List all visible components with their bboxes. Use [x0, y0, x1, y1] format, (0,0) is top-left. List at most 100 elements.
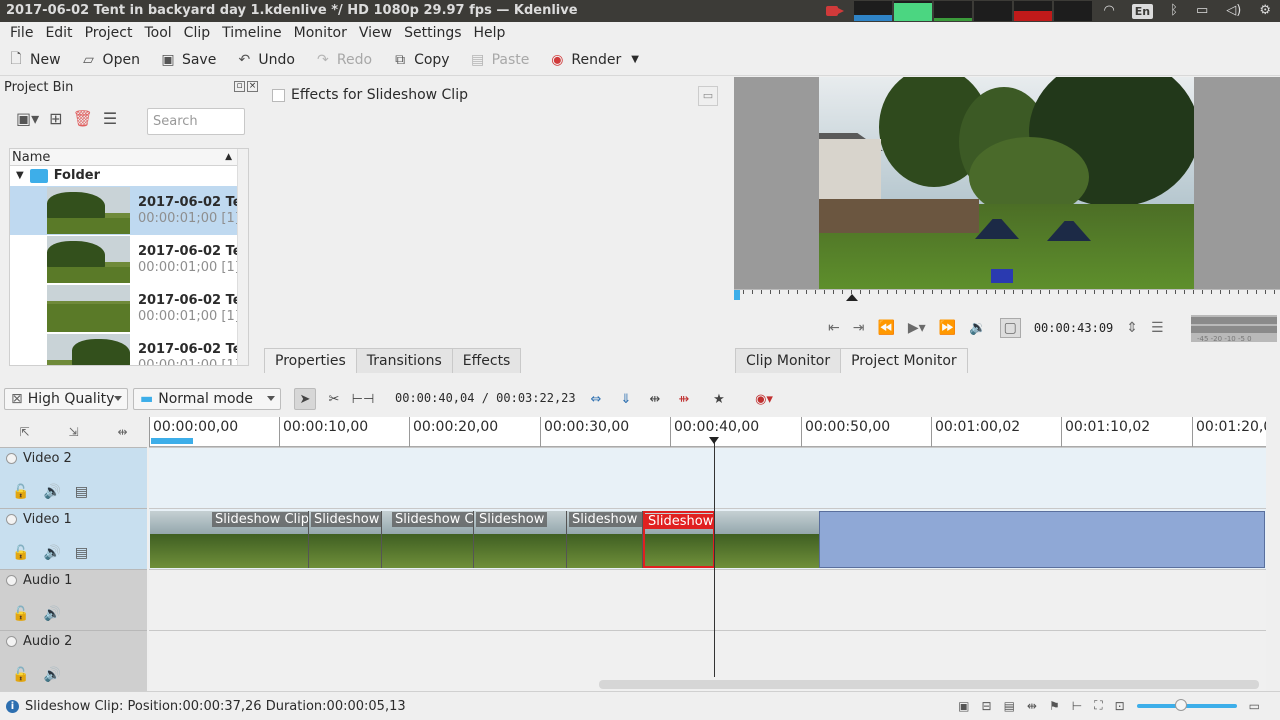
wifi-icon[interactable]: ◠ — [1103, 0, 1114, 22]
effects-enable-checkbox[interactable] — [272, 88, 285, 102]
track-header-audio-1[interactable]: Audio 1 🔓 🔊 — [0, 569, 147, 630]
mute-audio-icon[interactable]: 🔊 — [43, 667, 60, 683]
close-panel-icon[interactable]: × — [247, 81, 258, 92]
quality-select[interactable]: ⊠ High Quality — [4, 388, 128, 410]
bin-clip-row[interactable]: 2017-06-02 Ter 00:00:01;00 [1] — [10, 235, 248, 284]
track-record-icon[interactable]: ◉▾ — [753, 388, 775, 410]
lock-icon[interactable]: 🔓 — [12, 606, 29, 622]
lock-icon[interactable]: 🔓 — [12, 484, 29, 500]
timeline-area[interactable]: 00:00:00,00 00:00:10,00 00:00:20,00 00:0… — [149, 417, 1266, 679]
fit-timeline-icon[interactable]: ⛶ — [1094, 698, 1102, 713]
volume-icon[interactable]: 🔉 — [969, 320, 986, 336]
thumbnail-toggle-icon[interactable]: ▣ — [958, 699, 969, 713]
menu-list-icon[interactable]: ☰ — [103, 109, 117, 128]
render-button[interactable]: ◉ Render ▼ — [549, 52, 639, 68]
bin-folder-row[interactable]: ▼ Folder — [10, 166, 248, 186]
new-folder-icon[interactable]: ⊞ — [49, 109, 62, 128]
screen-record-icon[interactable] — [826, 4, 845, 18]
collapse-effects-icon[interactable]: ▭ — [698, 86, 718, 106]
spacer-tool-button[interactable]: ⊢⊣ — [352, 388, 375, 410]
hide-video-icon[interactable]: ▤ — [75, 484, 88, 500]
timeline-zone-marker[interactable] — [151, 438, 193, 444]
monitor-menu-icon[interactable]: ☰ — [1151, 320, 1164, 336]
track-target-toggle[interactable] — [6, 514, 17, 525]
add-track-icon[interactable]: ⇲ — [68, 425, 78, 439]
track-header-audio-2[interactable]: Audio 2 🔓 🔊 — [0, 630, 147, 691]
tab-effects[interactable]: Effects — [451, 348, 522, 373]
battery-icon[interactable]: ▭ — [1196, 0, 1208, 22]
split-audio-icon[interactable]: ⇹ — [117, 425, 127, 439]
rewind-icon[interactable]: ⏪ — [877, 320, 894, 336]
settings-gear-icon[interactable]: ⚙ — [1259, 0, 1271, 22]
snap-icon[interactable]: ⇹ — [1027, 699, 1037, 713]
project-monitor-view[interactable] — [734, 77, 1280, 289]
bin-clip-row[interactable]: 2017-06-02 Ter 00:00:01;00 [1] — [10, 333, 248, 365]
zoom-out-icon[interactable]: ⊡ — [1115, 699, 1125, 713]
track-header-video-2[interactable]: Video 2 🔓 🔊 ▤ — [0, 447, 147, 508]
bin-search-input[interactable]: Search — [147, 108, 245, 135]
mute-audio-icon[interactable]: 🔊 — [43, 545, 60, 561]
monitor-playhead-marker[interactable] — [846, 294, 858, 301]
tab-properties[interactable]: Properties — [264, 348, 357, 373]
menu-settings[interactable]: Settings — [398, 25, 467, 41]
timeline-clip[interactable] — [715, 511, 819, 568]
fullscreen-frame-icon[interactable]: ▢ — [999, 318, 1021, 338]
zoom-slider[interactable] — [1136, 698, 1237, 711]
insert-clip-icon[interactable]: ⇔ — [585, 388, 607, 410]
scrollbar-thumb[interactable] — [599, 680, 1259, 689]
timeline-clip[interactable]: Slideshow — [474, 511, 567, 568]
razor-tool-button[interactable]: ✂ — [323, 388, 345, 410]
menu-tool[interactable]: Tool — [138, 25, 177, 41]
open-button[interactable]: ▱ Open — [81, 52, 140, 68]
selected-timeline-clip[interactable]: Slideshow C — [643, 511, 715, 568]
track-lane-audio-2[interactable] — [149, 630, 1266, 679]
volume-icon[interactable]: ◁) — [1226, 0, 1241, 22]
tab-transitions[interactable]: Transitions — [355, 348, 453, 373]
menu-project[interactable]: Project — [79, 25, 139, 41]
menu-edit[interactable]: Edit — [39, 25, 78, 41]
expand-arrow-icon[interactable]: ▼ — [16, 166, 24, 186]
mute-audio-icon[interactable]: 🔊 — [43, 484, 60, 500]
hide-video-icon[interactable]: ▤ — [75, 545, 88, 561]
zoom-slider-handle[interactable] — [1174, 698, 1187, 711]
forward-icon[interactable]: ⏩ — [939, 320, 956, 336]
track-lane-audio-1[interactable] — [149, 569, 1266, 630]
zone-in-icon[interactable]: ⇤ — [828, 320, 840, 336]
delete-icon[interactable]: 🗑 — [73, 109, 93, 128]
timecode-spinner-icon[interactable]: ⇕ — [1126, 320, 1138, 336]
track-target-toggle[interactable] — [6, 575, 17, 586]
timeline-empty-zone[interactable] — [819, 511, 1265, 568]
menu-timeline[interactable]: Timeline — [216, 25, 288, 41]
lock-icon[interactable]: 🔓 — [12, 545, 29, 561]
lift-zone-icon[interactable]: ⇻ — [673, 388, 695, 410]
track-target-toggle[interactable] — [6, 636, 17, 647]
extract-zone-icon[interactable]: ⇹ — [644, 388, 666, 410]
add-clip-icon[interactable]: ▣▾ — [16, 109, 39, 128]
track-lane-video-2[interactable] — [149, 447, 1266, 508]
menu-help[interactable]: Help — [468, 25, 512, 41]
chevron-down-icon[interactable]: ▼ — [631, 54, 639, 65]
redo-button[interactable]: ↷ Redo — [315, 52, 372, 68]
select-tool-button[interactable]: ➤ — [294, 388, 316, 410]
mute-audio-icon[interactable]: 🔊 — [43, 606, 60, 622]
favorite-star-icon[interactable]: ★ — [708, 388, 730, 410]
lock-icon[interactable]: 🔓 — [12, 667, 29, 683]
zone-out-icon[interactable]: ⇥ — [853, 320, 865, 336]
bluetooth-icon[interactable]: ᛒ — [1170, 0, 1178, 22]
play-icon[interactable]: ▶▾ — [908, 320, 926, 336]
menu-view[interactable]: View — [353, 25, 398, 41]
zoom-in-icon[interactable]: ▭ — [1249, 699, 1260, 713]
monitor-seek-ruler[interactable] — [734, 289, 1280, 301]
track-target-toggle[interactable] — [6, 453, 17, 464]
monitor-timecode[interactable]: 00:00:43:09 — [1034, 321, 1113, 335]
tab-clip-monitor[interactable]: Clip Monitor — [735, 348, 842, 373]
timeline-playhead[interactable] — [709, 437, 719, 677]
bin-column-header[interactable]: Name ▲ — [10, 149, 248, 166]
menu-monitor[interactable]: Monitor — [288, 25, 353, 41]
timeline-clip[interactable]: Slideshow — [309, 511, 382, 568]
fit-zoom-icon[interactable]: ⇱ — [19, 425, 29, 439]
bin-clip-row[interactable]: 2017-06-02 Ter 00:00:01;00 [1] — [10, 284, 248, 333]
waveform-toggle-icon[interactable]: ⊟ — [982, 699, 992, 713]
new-button[interactable]: 🗋 New — [8, 51, 60, 68]
menu-file[interactable]: File — [4, 25, 39, 41]
